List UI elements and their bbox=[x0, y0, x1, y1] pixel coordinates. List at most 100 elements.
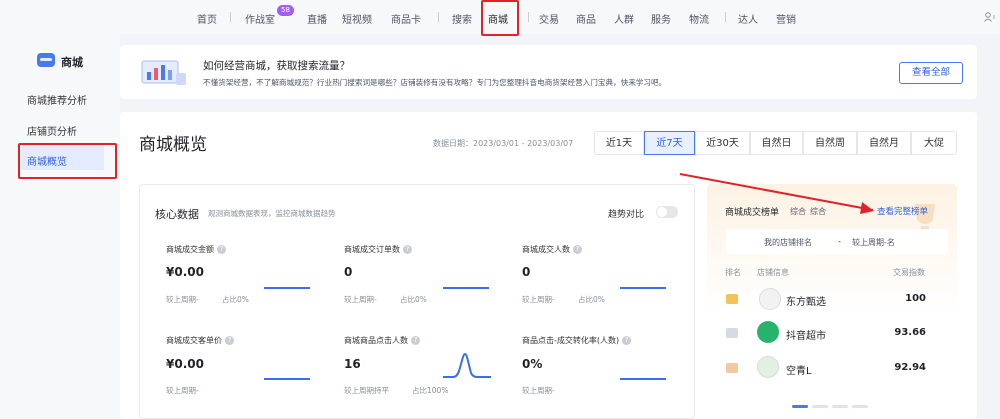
metric-compare-clicks: 较上周期持平 bbox=[344, 386, 389, 395]
metric-compare-buyers: 较上周期- bbox=[522, 295, 555, 304]
my-rank-value: - bbox=[838, 237, 841, 246]
nav-badge: 58 bbox=[277, 5, 294, 16]
sidebar-item-mall-recommend[interactable]: 商城推荐分析 bbox=[27, 92, 87, 107]
nav-item-search[interactable]: 搜索 bbox=[452, 11, 472, 26]
trend-compare-label: 趋势对比 bbox=[608, 210, 645, 220]
tab-natural-week[interactable]: 自然周 bbox=[803, 131, 857, 155]
column-rank: 排名 bbox=[725, 268, 741, 277]
nav-item-logistics[interactable]: 物流 bbox=[689, 11, 709, 26]
sparkline bbox=[443, 287, 489, 289]
tab-promotion[interactable]: 大促 bbox=[911, 131, 957, 155]
my-rank-label: 我的店铺排名 bbox=[764, 238, 812, 247]
help-icon[interactable]: ? bbox=[622, 336, 632, 345]
metric-label-avg-price: 商城成交客单价? bbox=[166, 335, 234, 346]
nav-divider bbox=[528, 12, 529, 22]
sparkline bbox=[620, 378, 666, 380]
store-index: 92.94 bbox=[894, 362, 926, 373]
pagination-dot[interactable] bbox=[812, 405, 828, 408]
metric-compare-conversion: 较上周期- bbox=[522, 386, 555, 395]
sidebar-title: 商城 bbox=[61, 56, 83, 69]
help-icon[interactable]: ? bbox=[225, 336, 234, 345]
nav-item-short-video[interactable]: 短视频 bbox=[342, 11, 372, 26]
nav-item-service[interactable]: 服务 bbox=[651, 11, 671, 26]
sparkline bbox=[264, 287, 310, 289]
highlight-box-sidebar bbox=[18, 143, 117, 179]
metric-share-clicks: 占比100% bbox=[412, 386, 449, 395]
nav-item-marketing[interactable]: 营销 bbox=[776, 11, 796, 26]
pagination-dot-active[interactable] bbox=[792, 405, 808, 408]
metric-share-gmv: 占比0% bbox=[222, 295, 249, 304]
nav-divider bbox=[230, 12, 231, 22]
metric-label-gmv: 商城成交金额? bbox=[166, 244, 226, 255]
nav-item-products[interactable]: 商品 bbox=[576, 11, 596, 26]
sparkline bbox=[264, 378, 310, 380]
core-data-subtitle: 观测商城数据表现，监控商城数据趋势 bbox=[208, 209, 336, 218]
core-data-title: 核心数据 bbox=[155, 208, 199, 221]
nav-item-home[interactable]: 首页 bbox=[197, 11, 217, 26]
highlight-box-nav bbox=[481, 0, 519, 36]
page-title: 商城概览 bbox=[139, 135, 207, 155]
help-icon[interactable]: ? bbox=[411, 336, 420, 345]
view-all-button[interactable]: 查看全部 bbox=[899, 62, 963, 84]
metric-value-orders: 0 bbox=[344, 265, 353, 279]
nav-item-war-room[interactable]: 作战室 bbox=[245, 11, 275, 26]
store-index: 93.66 bbox=[894, 327, 926, 338]
metric-share-buyers: 占比0% bbox=[578, 295, 605, 304]
store-index: 100 bbox=[905, 293, 926, 304]
nav-item-talent[interactable]: 达人 bbox=[738, 11, 758, 26]
metric-label-clicks: 商城商品点击人数? bbox=[344, 335, 420, 346]
banner-title: 如何经营商城，获取搜索流量？ bbox=[203, 60, 350, 72]
date-range: 数据日期：2023/03/01 - 2023/03/07 bbox=[433, 139, 574, 148]
pagination-dot[interactable] bbox=[852, 405, 868, 408]
store-logo bbox=[757, 356, 779, 378]
nav-item-trade[interactable]: 交易 bbox=[539, 11, 559, 26]
store-name[interactable]: 空青L bbox=[786, 362, 812, 377]
metric-value-avg-price: ¥0.00 bbox=[166, 357, 204, 371]
metric-compare-gmv: 较上周期- bbox=[166, 295, 199, 304]
metric-label-conversion: 商品点击-成交转化率(人数)? bbox=[522, 335, 632, 346]
mall-icon bbox=[37, 53, 55, 67]
store-name[interactable]: 东方甄选 bbox=[786, 293, 826, 308]
metric-value-gmv: ¥0.00 bbox=[166, 265, 204, 279]
nav-item-live[interactable]: 直播 bbox=[307, 11, 327, 26]
metric-value-conversion: 0% bbox=[522, 357, 543, 371]
chart-illustration-icon bbox=[141, 60, 186, 85]
nav-divider bbox=[438, 12, 439, 22]
metric-label-orders: 商城成交订单数? bbox=[344, 244, 412, 255]
metric-compare-avg-price: 较上周期- bbox=[166, 386, 199, 395]
tab-7-days[interactable]: 近7天 bbox=[644, 131, 695, 155]
metric-label-buyers: 商城成交人数? bbox=[522, 244, 582, 255]
help-icon[interactable]: ? bbox=[573, 245, 582, 254]
help-icon[interactable]: ? bbox=[403, 245, 412, 254]
tab-30-days[interactable]: 近30天 bbox=[695, 131, 750, 155]
rank-3-crown-icon bbox=[726, 363, 738, 373]
metric-value-clicks: 16 bbox=[344, 357, 361, 371]
nav-item-crowd[interactable]: 人群 bbox=[614, 11, 634, 26]
sparkline-peak bbox=[443, 353, 491, 378]
rank-1-crown-icon bbox=[726, 294, 738, 304]
nav-item-product-card[interactable]: 商品卡 bbox=[391, 11, 421, 26]
my-rank-compare: 较上周期-名 bbox=[852, 238, 895, 247]
trend-compare-toggle[interactable] bbox=[656, 206, 678, 218]
sidebar-item-store-page[interactable]: 店铺页分析 bbox=[27, 123, 77, 138]
metric-share-orders: 占比0% bbox=[400, 295, 427, 304]
store-name[interactable]: 抖音超市 bbox=[786, 327, 826, 342]
metric-value-buyers: 0 bbox=[522, 265, 531, 279]
tab-1-day[interactable]: 近1天 bbox=[594, 131, 644, 155]
column-index: 交易指数 bbox=[893, 268, 925, 277]
column-store: 店铺信息 bbox=[757, 268, 789, 277]
tab-natural-month[interactable]: 自然月 bbox=[857, 131, 911, 155]
tab-natural-day[interactable]: 自然日 bbox=[750, 131, 803, 155]
banner-description: 不懂货架经营，不了解商城规范？行业热门搜索词是哪些？店铺装修有没有攻略？专门为您… bbox=[203, 78, 667, 87]
sparkline bbox=[620, 287, 666, 289]
pagination-dot[interactable] bbox=[832, 405, 848, 408]
help-icon[interactable]: ? bbox=[217, 245, 226, 254]
store-logo bbox=[757, 321, 779, 343]
annotation-arrow bbox=[679, 173, 874, 214]
nav-divider bbox=[725, 12, 726, 22]
metric-compare-orders: 较上周期- bbox=[344, 295, 377, 304]
store-logo bbox=[759, 288, 781, 310]
toggle-knob bbox=[657, 207, 667, 217]
user-icon[interactable] bbox=[984, 12, 996, 22]
rank-2-crown-icon bbox=[726, 328, 738, 338]
